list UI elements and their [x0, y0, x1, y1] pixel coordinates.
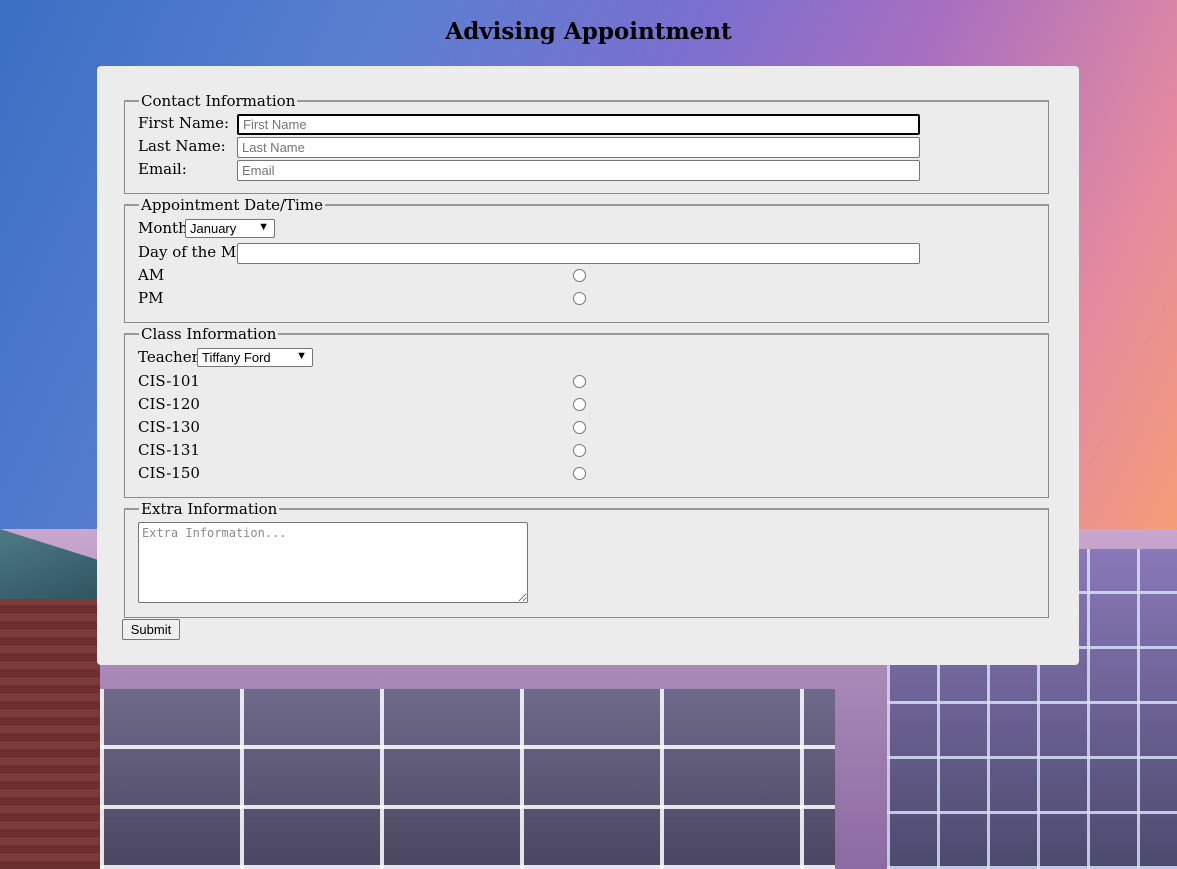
- appointment-legend: Appointment Date/Time: [141, 196, 323, 214]
- class-radio-cis-130[interactable]: [573, 421, 586, 434]
- extra-legend: Extra Information: [141, 500, 278, 518]
- class-label: CIS-131: [138, 441, 200, 459]
- first-name-input[interactable]: [237, 114, 920, 135]
- day-input[interactable]: [237, 243, 920, 264]
- pm-label: PM: [138, 289, 164, 307]
- class-legend: Class Information: [141, 325, 277, 343]
- am-label: AM: [138, 266, 165, 284]
- month-select[interactable]: January ▼: [185, 219, 275, 238]
- class-label: CIS-120: [138, 395, 200, 413]
- class-radio-cis-131[interactable]: [573, 444, 586, 457]
- month-select-value: January: [190, 221, 237, 236]
- class-radio-cis-150[interactable]: [573, 467, 586, 480]
- background-brick-wall: [0, 599, 100, 869]
- class-label: CIS-130: [138, 418, 200, 436]
- extra-info-textarea[interactable]: [138, 522, 528, 603]
- last-name-input[interactable]: [237, 137, 920, 158]
- chevron-down-icon: ▼: [296, 350, 307, 362]
- last-name-label: Last Name:: [138, 137, 226, 155]
- month-label: Month: [138, 219, 188, 237]
- email-input[interactable]: [237, 160, 920, 181]
- teacher-select-value: Tiffany Ford: [202, 350, 271, 365]
- class-label: CIS-101: [138, 372, 200, 390]
- class-label: CIS-150: [138, 464, 200, 482]
- teacher-select[interactable]: Tiffany Ford ▼: [197, 348, 313, 367]
- page-title: Advising Appointment: [445, 18, 732, 45]
- class-radio-cis-101[interactable]: [573, 375, 586, 388]
- teacher-label: Teacher:: [138, 348, 204, 366]
- background-windows: [100, 689, 835, 869]
- class-radio-cis-120[interactable]: [573, 398, 586, 411]
- first-name-label: First Name:: [138, 114, 230, 132]
- am-radio[interactable]: [573, 269, 586, 282]
- appointment-form: Contact Information First Name: Last Nam…: [97, 66, 1079, 665]
- day-label: Day of the Month: [138, 243, 237, 261]
- contact-legend: Contact Information: [141, 92, 296, 110]
- pm-radio[interactable]: [573, 292, 586, 305]
- chevron-down-icon: ▼: [258, 221, 269, 233]
- submit-button[interactable]: Submit: [122, 619, 180, 640]
- email-label: Email:: [138, 160, 187, 178]
